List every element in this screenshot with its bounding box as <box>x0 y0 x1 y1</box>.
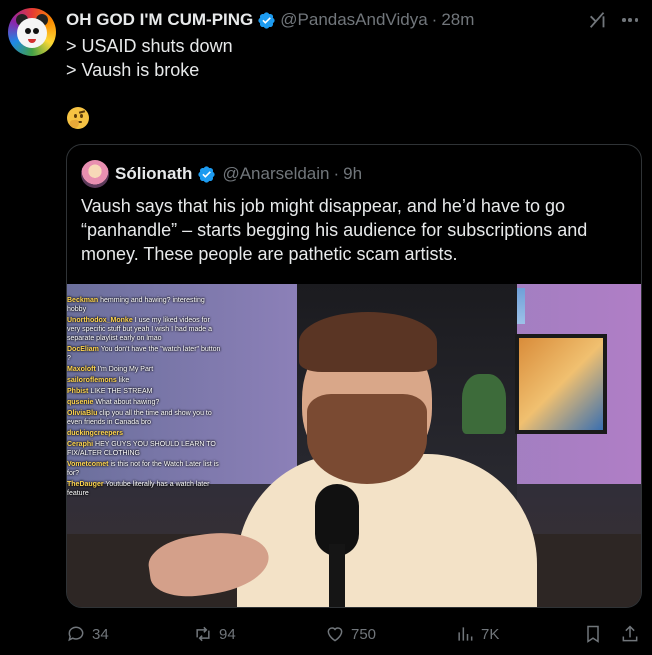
header-separator: · <box>431 10 438 29</box>
quoted-post-header: Sólionath @Anarseldain · 9h <box>81 160 362 188</box>
verified-badge-icon <box>258 11 275 29</box>
author-handle[interactable]: @PandasAndVidya <box>280 10 427 30</box>
quoted-header-separator: · <box>333 164 340 183</box>
action-bar: 34 94 750 7K <box>0 620 652 648</box>
chat-message: duckingcreepers <box>67 429 222 438</box>
chat-user: OliviaBlu <box>67 410 98 417</box>
more-dot <box>634 18 638 22</box>
author-name[interactable]: OH GOD I'M CUM-PING <box>66 10 253 30</box>
post-line: > USAID shuts down <box>66 36 233 56</box>
thinking-face-emoji-icon <box>67 107 89 129</box>
chat-text: What about hawing? <box>95 399 160 406</box>
quoted-author-name[interactable]: Sólionath <box>115 164 192 184</box>
chat-user: DocEliam <box>67 346 99 353</box>
analytics-icon <box>458 627 473 641</box>
chat-message: Phbist LIKE THE STREAM <box>67 387 222 396</box>
views-button[interactable]: 7K <box>455 622 499 646</box>
chat-text: I'm Doing My Part <box>97 366 154 373</box>
emoji-eye <box>80 114 83 118</box>
chat-message: TheDauger Youtube literally has a watch … <box>67 480 222 498</box>
chat-user: qusenie <box>67 399 94 406</box>
repost-count: 94 <box>219 625 236 643</box>
post-text: > USAID shuts down > Vaush is broke <box>66 34 233 82</box>
video-mic-arm <box>329 544 345 607</box>
post-time[interactable]: 28m <box>441 10 474 30</box>
chat-user: Phbist <box>67 388 89 395</box>
chat-message: Vometcomet is this not for the Watch Lat… <box>67 460 222 478</box>
heart-icon <box>327 627 343 642</box>
reply-icon <box>68 626 84 642</box>
repost-icon <box>196 626 210 642</box>
emoji-eye <box>74 114 77 118</box>
chat-user: Ceraphi <box>67 441 94 448</box>
chat-user: Beckman <box>67 297 99 304</box>
chat-message: OliviaBlu clip you all the time and show… <box>67 409 222 427</box>
bookmark-icon <box>587 625 599 643</box>
bookmark-button[interactable] <box>583 622 609 646</box>
avatar-eye-left <box>25 28 31 34</box>
like-button[interactable]: 750 <box>325 622 376 646</box>
quoted-author-avatar[interactable] <box>81 160 109 188</box>
chat-user: Vometcomet <box>67 461 109 468</box>
chat-user: duckingcreepers <box>67 430 124 437</box>
chat-message: DocEliam You don't have the "watch later… <box>67 345 222 363</box>
avatar-eye-right <box>33 28 39 34</box>
quoted-author-handle[interactable]: @Anarseldain <box>222 164 329 184</box>
chat-message: Maxoloft I'm Doing My Part <box>67 365 222 374</box>
chat-text: LIKE THE STREAM <box>90 388 153 395</box>
video-plant <box>462 374 506 434</box>
post-line: > Vaush is broke <box>66 60 200 80</box>
repost-button[interactable]: 94 <box>193 622 236 646</box>
verified-badge-icon <box>198 165 216 183</box>
more-dot <box>628 18 632 22</box>
chat-user: Unorthodox_Monke <box>67 317 133 324</box>
video-person-hair <box>299 312 437 372</box>
video-cat-painting <box>515 334 607 434</box>
chat-message: Unorthodox_Monke I use my liked videos f… <box>67 316 222 343</box>
video-person-beard <box>307 394 427 484</box>
quoted-post-time[interactable]: 9h <box>343 164 362 184</box>
chat-message: Beckman hemming and hawing? interesting … <box>67 296 222 314</box>
chat-user: Maxoloft <box>67 366 96 373</box>
chat-user: sailoroflemons <box>67 377 117 384</box>
author-avatar[interactable] <box>8 8 56 56</box>
reply-count: 34 <box>92 625 109 643</box>
emoji-hand <box>69 119 80 129</box>
view-count: 7K <box>481 625 500 643</box>
stream-chat-overlay: Beckman hemming and hawing? interesting … <box>67 296 222 500</box>
more-dot <box>622 18 626 22</box>
share-button[interactable] <box>620 622 646 646</box>
reply-button[interactable]: 34 <box>66 622 109 646</box>
chat-text: like <box>118 377 130 384</box>
share-icon <box>622 625 638 642</box>
quoted-post-text: Vaush says that his job might disappear,… <box>81 196 588 264</box>
quoted-post[interactable]: Sólionath @Anarseldain · 9h Vaush says t… <box>66 144 642 608</box>
chat-user: TheDauger <box>67 481 104 488</box>
chat-message: Ceraphi HEY GUYS YOU SHOULD LEARN TO FIX… <box>67 440 222 458</box>
like-count: 750 <box>351 625 377 643</box>
avatar-face <box>17 18 47 48</box>
video-player[interactable]: Beckman hemming and hawing? interesting … <box>67 284 641 607</box>
grok-icon[interactable] <box>587 9 609 31</box>
chat-message: sailoroflemons like <box>67 376 222 385</box>
post-header: OH GOD I'M CUM-PING @PandasAndVidya · 28… <box>66 8 474 32</box>
more-options-icon[interactable] <box>620 10 640 30</box>
chat-message: qusenie What about hawing? <box>67 398 222 407</box>
